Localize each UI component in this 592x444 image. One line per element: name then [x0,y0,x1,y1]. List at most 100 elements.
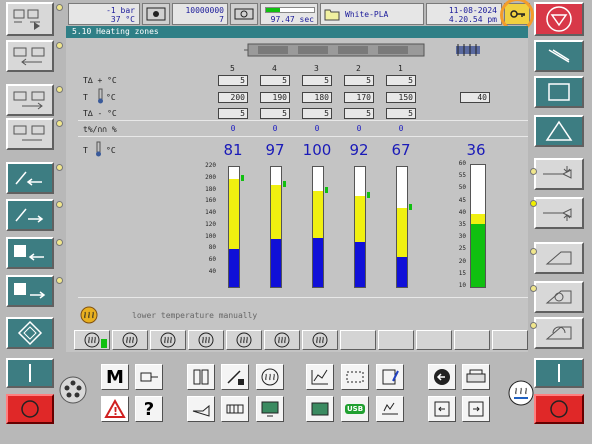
right-button-nozzle-fwd[interactable] [534,197,584,229]
mold-eject-icon [13,125,45,141]
zone-tab[interactable] [226,330,262,350]
top-left-tool-button[interactable] [6,2,54,36]
setpoint-marker [409,204,412,211]
help-button[interactable]: ? [135,396,163,422]
left-button-core-out[interactable] [6,162,54,194]
right-button-nozzle-back[interactable] [534,158,584,190]
tolerance-minus-input[interactable]: 5 [344,108,374,119]
page-right-button[interactable] [462,396,490,422]
oil-scale-tick-label: 55 [458,172,466,180]
right-button-plasticize[interactable] [534,317,584,349]
settings-icon [311,402,329,416]
manual-mode-button[interactable]: M [101,364,129,390]
nozzle-setpoint-input[interactable]: 40 [460,92,490,103]
alarm-button[interactable]: ! [101,396,129,422]
motor-off-button[interactable] [6,394,54,424]
heating-button[interactable] [256,364,284,390]
mold-height-button[interactable] [187,364,215,390]
setpoint-input[interactable]: 200 [218,92,248,103]
label-setpoint: T [83,93,88,102]
left-button-mold-3[interactable] [6,118,54,150]
mold-close-icon [13,91,45,110]
tolerance-plus-input[interactable]: 5 [260,75,290,86]
mold-height-icon [193,369,209,385]
notes-button[interactable] [376,364,404,390]
zone-tab[interactable] [340,330,376,350]
setpoint-input[interactable]: 190 [260,92,290,103]
setpoint-input[interactable]: 180 [302,92,332,103]
diagram-button[interactable] [376,396,404,422]
back-button[interactable] [428,364,456,390]
left-button-ejector-back[interactable] [6,237,54,269]
tolerance-plus-input[interactable]: 5 [344,75,374,86]
print-button[interactable] [462,364,490,390]
status-led [56,120,63,127]
diagram-icon [382,402,398,415]
zone-tab[interactable] [454,330,490,350]
heater-off-button[interactable] [534,394,584,424]
zone-tab[interactable] [112,330,148,350]
left-button-diamond[interactable] [6,317,54,349]
tolerance-minus-input[interactable]: 5 [260,108,290,119]
tolerance-plus-input[interactable]: 5 [302,75,332,86]
right-button-inject[interactable] [534,242,584,274]
tolerance-minus-input[interactable]: 5 [302,108,332,119]
tolerance-minus-input[interactable]: 5 [386,108,416,119]
left-button-mold-1[interactable] [6,40,54,72]
time-value: 4.20.54 pm [448,15,497,24]
cycle-progress-bar [265,7,315,13]
screw-button[interactable] [221,396,249,422]
zone-tab[interactable] [416,330,452,350]
core-pull-button[interactable] [221,364,249,390]
zone-tab[interactable] [188,330,224,350]
right-button-decompress[interactable] [534,281,584,313]
cycle-progress-fill [266,8,281,12]
left-button-mold-2[interactable] [6,84,54,116]
graph-button[interactable] [306,364,334,390]
setpoint-input[interactable]: 150 [386,92,416,103]
sequence-button[interactable] [341,364,369,390]
motor-on-button[interactable] [6,358,54,388]
help-label: ? [143,398,155,420]
material-name: White-PLA [345,10,389,19]
oil-temperature-bar [470,164,486,288]
left-button-ejector-fwd[interactable] [6,275,54,307]
left-button-core-in[interactable] [6,199,54,231]
tool-setup-button[interactable] [135,364,163,390]
page-left-button[interactable] [428,396,456,422]
connector-icon [59,376,87,404]
zone-tab[interactable] [378,330,414,350]
zone-tab[interactable] [264,330,300,350]
tolerance-plus-input[interactable]: 5 [386,75,416,86]
setpoint-input[interactable]: 170 [344,92,374,103]
right-button-3[interactable] [534,115,584,147]
zone-tab[interactable] [302,330,338,350]
tolerance-plus-input[interactable]: 5 [218,75,248,86]
tolerance-minus-input[interactable]: 5 [218,108,248,119]
screw-icon [226,404,244,414]
usb-button[interactable]: USB [341,396,369,422]
divider [78,297,528,298]
zone-tab[interactable] [150,330,186,350]
injection-unit-button[interactable] [187,396,215,422]
zone-tab[interactable] [492,330,528,350]
power-value: 0 [314,124,320,133]
actual-temperature-value: 97 [265,141,285,159]
right-button-2[interactable] [534,76,584,108]
right-button-1[interactable] [534,40,584,72]
zone-tab[interactable] [74,330,110,350]
heater-on-button[interactable] [534,358,584,388]
settings-button[interactable] [306,396,334,422]
monitor-button[interactable] [256,396,284,422]
mode-icon-box[interactable] [142,3,170,25]
heating-zone-icon [312,332,328,348]
stop-triangle-icon [546,6,572,32]
thermometer-icon [98,88,103,104]
emergency-stop-button[interactable] [534,2,584,36]
zone-temperature-bar [228,166,244,288]
scale-tick-label: 60 [208,256,216,264]
oil-scale-tick-label: 30 [458,233,466,241]
scale-tick-label: 200 [205,173,216,181]
nozzle-forward-icon [543,208,572,221]
ejector-forward-icon [14,283,46,299]
